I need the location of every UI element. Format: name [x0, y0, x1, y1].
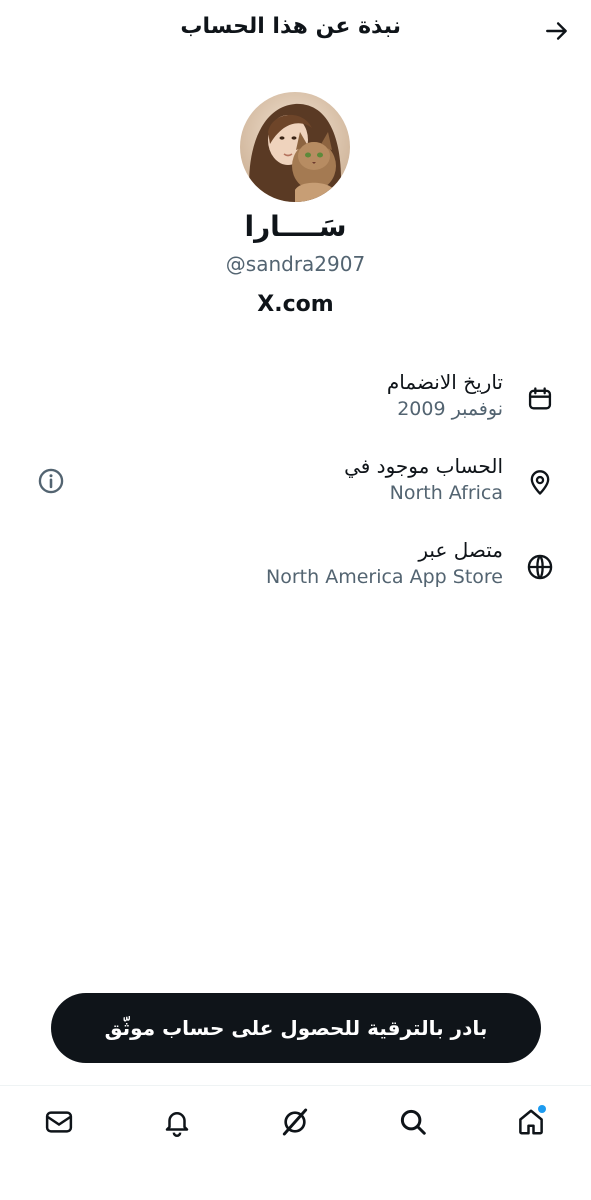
messages-icon[interactable]: [39, 1102, 79, 1142]
info-value: North America App Store: [266, 566, 503, 588]
upgrade-verified-button[interactable]: بادر بالترقية للحصول على حساب موثّق: [51, 993, 541, 1063]
site-label: X.com: [257, 292, 334, 317]
bottom-nav: [0, 1085, 591, 1200]
grok-icon[interactable]: [275, 1102, 315, 1142]
back-arrow-button[interactable]: [540, 14, 574, 48]
avatar[interactable]: [240, 92, 350, 202]
user-handle: @sandra2907: [225, 252, 366, 276]
info-row-joined: تاريخ الانضمام نوفمبر 2009: [0, 370, 591, 430]
info-row-location: الحساب موجود في North Africa: [0, 454, 591, 514]
info-icon: [38, 468, 64, 494]
about-account-page: نبذة عن هذا الحساب سَــــارا @sandra2907…: [0, 0, 591, 1200]
notifications-icon[interactable]: [157, 1102, 197, 1142]
globe-icon: [523, 550, 557, 584]
location-pin-icon: [523, 466, 557, 500]
header: نبذة عن هذا الحساب: [0, 0, 591, 60]
info-value: نوفمبر 2009: [397, 398, 503, 420]
info-label: تاريخ الانضمام: [386, 370, 503, 394]
search-icon[interactable]: [393, 1102, 433, 1142]
info-button[interactable]: [36, 466, 66, 496]
info-value: North Africa: [389, 482, 503, 504]
arrow-right-icon: [546, 22, 567, 40]
info-label: متصل عبر: [418, 538, 503, 562]
info-label: الحساب موجود في: [344, 454, 503, 478]
display-name: سَــــارا: [244, 210, 347, 243]
info-row-connected: متصل عبر North America App Store: [0, 538, 591, 598]
calendar-icon: [523, 382, 557, 416]
notification-dot: [538, 1105, 546, 1113]
page-title: نبذة عن هذا الحساب: [180, 14, 401, 39]
home-icon[interactable]: [511, 1102, 551, 1142]
